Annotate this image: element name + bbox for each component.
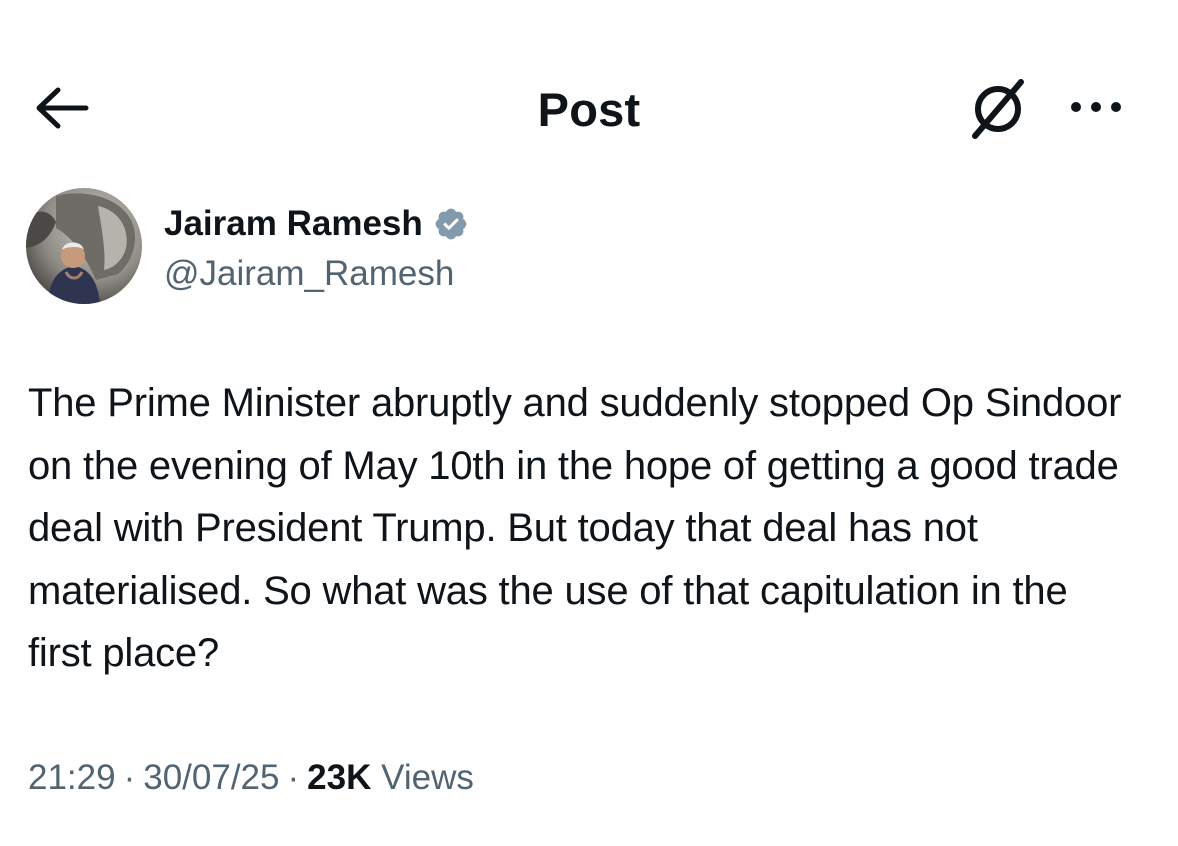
views-count[interactable]: 23K	[307, 758, 371, 797]
separator: ·	[287, 758, 300, 797]
avatar-image	[26, 188, 142, 304]
display-name-row: Jairam Ramesh	[164, 204, 469, 244]
post-date[interactable]: 30/07/25	[143, 758, 279, 797]
separator: ·	[123, 758, 136, 797]
top-bar: Post	[0, 60, 1178, 150]
grok-icon	[972, 79, 1024, 139]
post-meta: 21:29 · 30/07/25 · 23K Views	[28, 758, 474, 798]
author-section: Jairam Ramesh @Jairam_Ramesh	[26, 188, 926, 308]
verified-badge-icon	[433, 206, 469, 242]
avatar[interactable]	[26, 188, 142, 304]
more-horizontal-icon	[1071, 102, 1121, 112]
views-label: Views	[381, 758, 474, 797]
more-options-button[interactable]	[1060, 82, 1132, 132]
display-name[interactable]: Jairam Ramesh	[164, 204, 423, 244]
user-handle[interactable]: @Jairam_Ramesh	[164, 254, 454, 294]
post-text: The Prime Minister abruptly and suddenly…	[28, 381, 1122, 675]
post-time[interactable]: 21:29	[28, 758, 116, 797]
grok-button[interactable]	[958, 74, 1038, 144]
